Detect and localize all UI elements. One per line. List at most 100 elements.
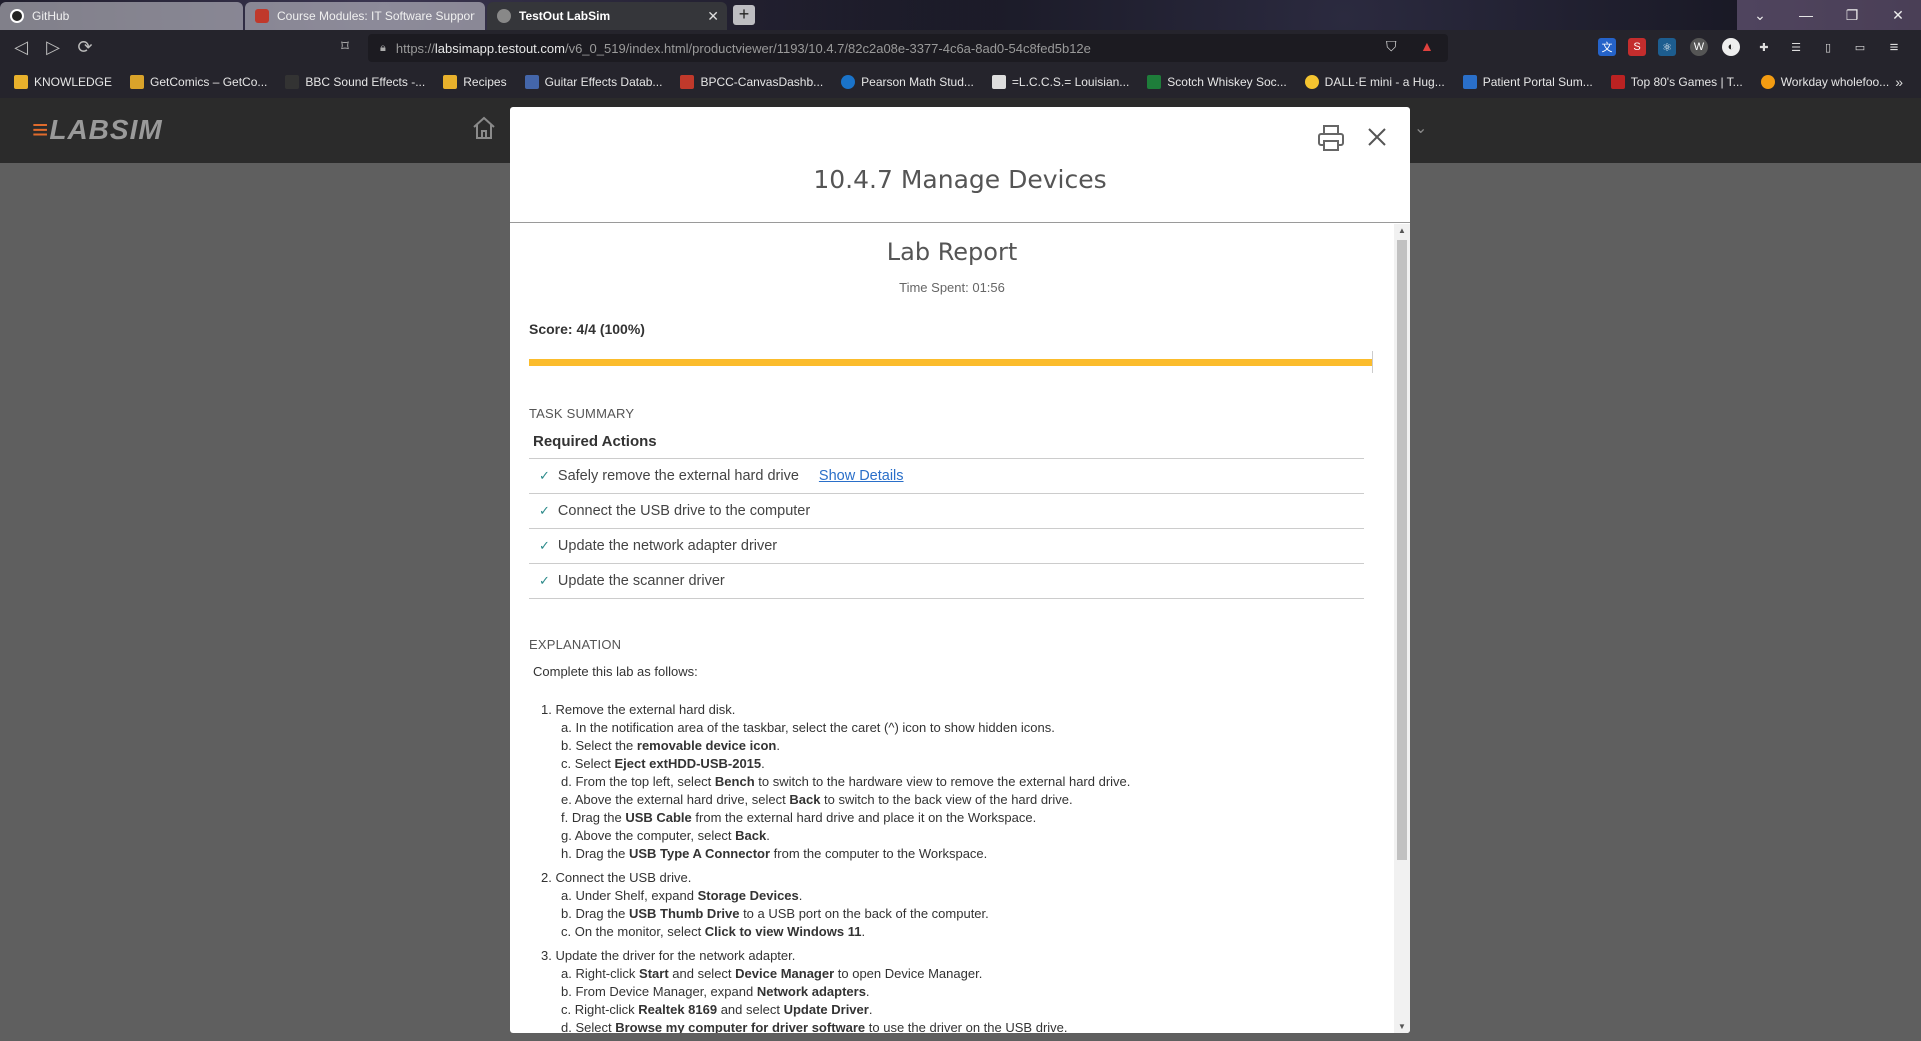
bookmark-item[interactable]: BPCC-CanvasDashb...: [680, 75, 823, 89]
bookmark-item[interactable]: Scotch Whiskey Soc...: [1147, 75, 1287, 89]
bookmark-label: Recipes: [463, 75, 507, 89]
sidebar-icon[interactable]: ▯: [1819, 38, 1837, 56]
url-path: /v6_0_519/index.html/productviewer/1193/…: [564, 40, 1091, 56]
more-bookmarks-icon[interactable]: »: [1895, 74, 1903, 90]
canvas-icon: [255, 9, 269, 23]
window-controls: ⌄ — ❐ ✕: [1737, 0, 1921, 30]
step-substep: c. Right-click Realtek 8169 and select U…: [561, 1002, 873, 1017]
bookmark-item[interactable]: KNOWLEDGE: [14, 75, 112, 89]
required-actions-heading: Required Actions: [529, 431, 1364, 459]
brave-shield-icon[interactable]: ⛉: [1386, 38, 1397, 55]
step-substep: b. Select the removable device icon.: [561, 738, 780, 753]
logo-text: LABSIM: [49, 114, 163, 145]
show-details-link[interactable]: Show Details: [819, 468, 904, 484]
bookmark-label: Patient Portal Sum...: [1482, 75, 1593, 89]
step-substep: a. Under Shelf, expand Storage Devices.: [561, 888, 803, 903]
step-substep: c. On the monitor, select Click to view …: [561, 924, 866, 939]
canvas-icon: [680, 75, 695, 89]
close-window-icon[interactable]: ✕: [1875, 0, 1921, 30]
bookmark-item[interactable]: Recipes: [443, 75, 507, 89]
tab-course-modules[interactable]: Course Modules: IT Software Support: [245, 2, 485, 30]
minimize-icon[interactable]: —: [1783, 0, 1829, 30]
task-summary-label: TASK SUMMARY: [529, 406, 635, 421]
tab-github[interactable]: GitHub: [0, 2, 243, 30]
task-item: ✓ Update the scanner driver: [529, 564, 1364, 599]
check-icon: ✓: [539, 468, 550, 483]
bookmark-item[interactable]: Guitar Effects Datab...: [524, 75, 663, 89]
modal-scrollbar[interactable]: ▲ ▼: [1394, 224, 1410, 1033]
restore-icon[interactable]: ❐: [1829, 0, 1875, 30]
step-substep: a. Right-click Start and select Device M…: [561, 966, 983, 981]
bookmark-item[interactable]: =L.C.C.S.= Louisian...: [991, 75, 1130, 89]
step-substep: f. Drag the USB Cable from the external …: [561, 810, 1037, 825]
bookmark-item[interactable]: Workday wholefoo...: [1760, 75, 1890, 89]
bookmark-item[interactable]: Top 80's Games | T...: [1610, 75, 1743, 89]
home-icon[interactable]: [470, 114, 498, 142]
chevron-down-icon[interactable]: ⌄: [1737, 0, 1783, 30]
reload-icon[interactable]: ⟳: [74, 37, 96, 58]
step-substep: h. Drag the USB Type A Connector from th…: [561, 846, 988, 861]
task-item: ✓ Connect the USB drive to the computer: [529, 494, 1364, 529]
playlist-icon[interactable]: ☰: [1787, 38, 1805, 56]
menu-icon[interactable]: ≡: [1885, 38, 1903, 56]
labsim-logo[interactable]: ≡LABSIM: [32, 114, 163, 146]
tab-testout-labsim[interactable]: TestOut LabSim ✕: [487, 2, 727, 30]
forward-icon[interactable]: ▷: [42, 37, 64, 58]
bookmark-item[interactable]: GetComics – GetCo...: [130, 75, 267, 89]
games-icon: [1610, 75, 1625, 89]
task-list: ✓ Safely remove the external hard drive …: [529, 459, 1364, 599]
step-substep: e. Above the external hard drive, select…: [561, 792, 1073, 807]
extensions-puzzle-icon[interactable]: ✚: [1755, 38, 1773, 56]
tab-title: Course Modules: IT Software Support: [277, 9, 475, 23]
explanation-intro: Complete this lab as follows:: [533, 664, 698, 679]
bookmarks-bar: KNOWLEDGE GetComics – GetCo... BBC Sound…: [0, 66, 1921, 98]
close-tab-icon[interactable]: ✕: [707, 8, 719, 25]
close-icon[interactable]: [1365, 125, 1389, 149]
react-extension-icon[interactable]: ⚛: [1658, 38, 1676, 56]
check-icon: ✓: [539, 573, 550, 588]
bookmark-item[interactable]: BBC Sound Effects -...: [285, 75, 425, 89]
bookmark-item[interactable]: DALL·E mini - a Hug...: [1304, 75, 1445, 89]
guitar-effects-icon: [524, 75, 539, 89]
scroll-down-icon[interactable]: ▼: [1398, 1022, 1406, 1031]
explanation-steps: 1. Remove the external hard disk. a. In t…: [541, 701, 1375, 1033]
folder-icon: [14, 75, 28, 89]
wallet-icon[interactable]: ▭: [1851, 38, 1869, 56]
lab-report-modal: 10.4.7 Manage Devices Lab Report Time Sp…: [510, 107, 1410, 1033]
print-icon[interactable]: [1316, 123, 1346, 153]
bookmark-label: Guitar Effects Datab...: [544, 75, 663, 89]
browser-tab-strip: GitHub Course Modules: IT Software Suppo…: [0, 0, 1921, 30]
workday-icon: [1760, 75, 1775, 89]
url-field[interactable]: 🔒︎ https://labsimapp.testout.com/v6_0_51…: [368, 34, 1448, 62]
progress-end-marker: [1372, 351, 1373, 373]
check-icon: ✓: [539, 538, 550, 553]
bookmark-label: DALL·E mini - a Hug...: [1324, 75, 1445, 89]
step-substep: b. From Device Manager, expand Network a…: [561, 984, 870, 999]
score-progress-bar: [529, 351, 1373, 373]
tab-title: GitHub: [32, 9, 70, 23]
extension-w-icon[interactable]: W: [1690, 38, 1708, 56]
bookmark-label: BPCC-CanvasDashb...: [700, 75, 824, 89]
chevron-down-icon[interactable]: ⌄: [1414, 118, 1427, 138]
bookmark-label: =L.C.C.S.= Louisian...: [1011, 75, 1130, 89]
scroll-up-icon[interactable]: ▲: [1398, 226, 1406, 235]
scrollbar-thumb[interactable]: [1397, 240, 1407, 860]
extension-s-icon[interactable]: S: [1628, 38, 1646, 56]
modal-header: 10.4.7 Manage Devices: [510, 107, 1410, 223]
bookmark-icon[interactable]: ⌑: [334, 37, 356, 55]
bookmark-item[interactable]: Pearson Math Stud...: [841, 75, 974, 89]
new-tab-button[interactable]: +: [733, 5, 755, 25]
time-spent: Time Spent: 01:56: [899, 280, 1005, 295]
brave-rewards-icon[interactable]: ▲: [1420, 38, 1434, 54]
task-label: Safely remove the external hard drive: [557, 468, 799, 484]
bookmark-item[interactable]: Patient Portal Sum...: [1462, 75, 1593, 89]
back-icon[interactable]: ◁: [10, 37, 32, 58]
bbc-icon: [285, 75, 300, 89]
bookmark-label: Workday wholefoo...: [1780, 75, 1890, 89]
github-icon: [10, 9, 24, 23]
extension-circle-icon[interactable]: ◐: [1722, 38, 1740, 56]
step-substep: d. Select Browse my computer for driver …: [561, 1020, 1068, 1033]
task-item: ✓ Update the network adapter driver: [529, 529, 1364, 564]
translate-extension-icon[interactable]: 文: [1598, 38, 1616, 56]
step-title: 1. Remove the external hard disk.: [541, 702, 736, 717]
